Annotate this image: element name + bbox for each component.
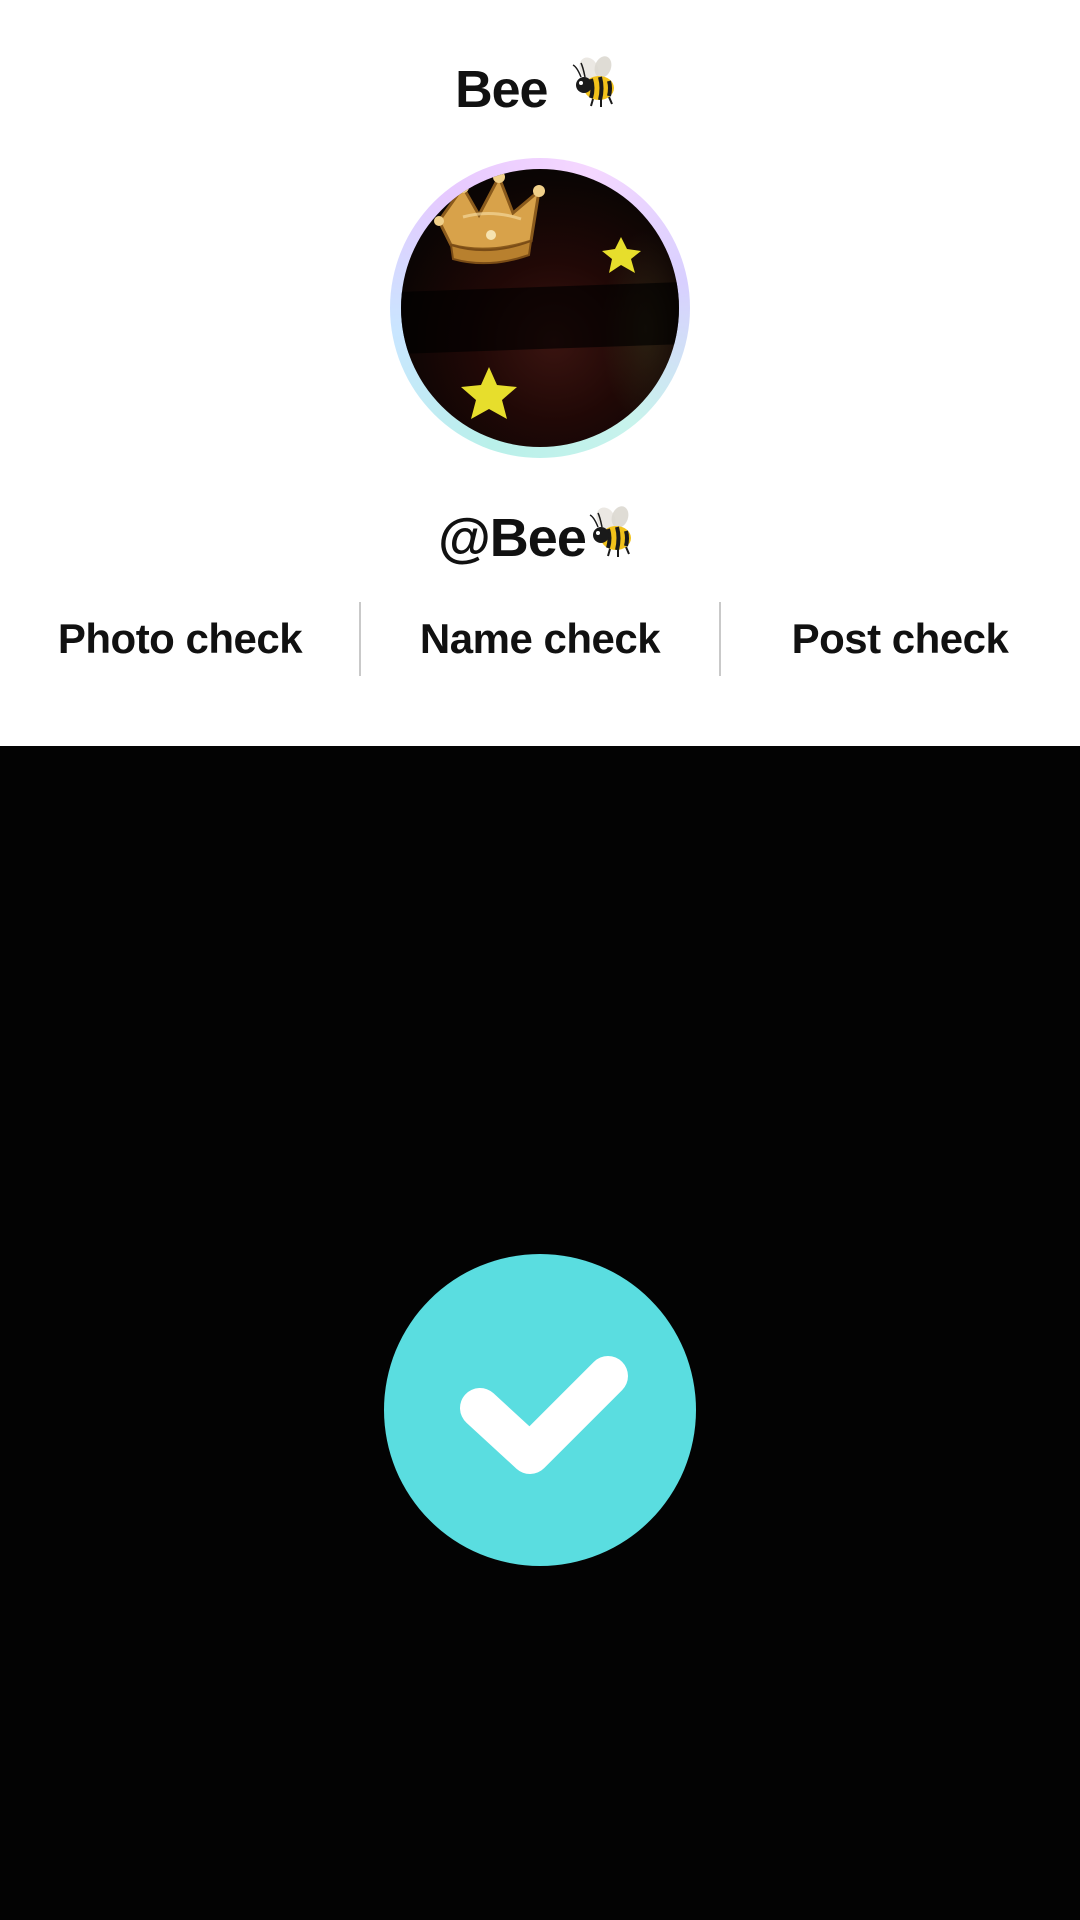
tab-name-check[interactable]: Name check <box>360 602 720 676</box>
handle: @Bee <box>0 502 1080 574</box>
display-name-text: Bee <box>455 61 548 119</box>
avatar[interactable] <box>390 158 690 458</box>
success-check-button[interactable] <box>384 1254 696 1566</box>
crown-icon <box>434 171 545 265</box>
checkmark-icon <box>460 1356 628 1474</box>
handle-text: @Bee <box>438 508 587 568</box>
profile-check-screen: Bee @Bee Photo check Name check Post che… <box>0 0 1080 1920</box>
display-name: Bee <box>0 52 1080 128</box>
tab-photo-check[interactable]: Photo check <box>0 602 360 676</box>
avatar-image <box>401 169 679 447</box>
profile-panel: Bee @Bee Photo check Name check Post che… <box>0 0 1080 746</box>
tab-post-check[interactable]: Post check <box>720 602 1080 676</box>
check-tabs: Photo check Name check Post check <box>0 602 1080 676</box>
bee-icon <box>586 505 642 579</box>
bee-icon <box>569 55 625 132</box>
